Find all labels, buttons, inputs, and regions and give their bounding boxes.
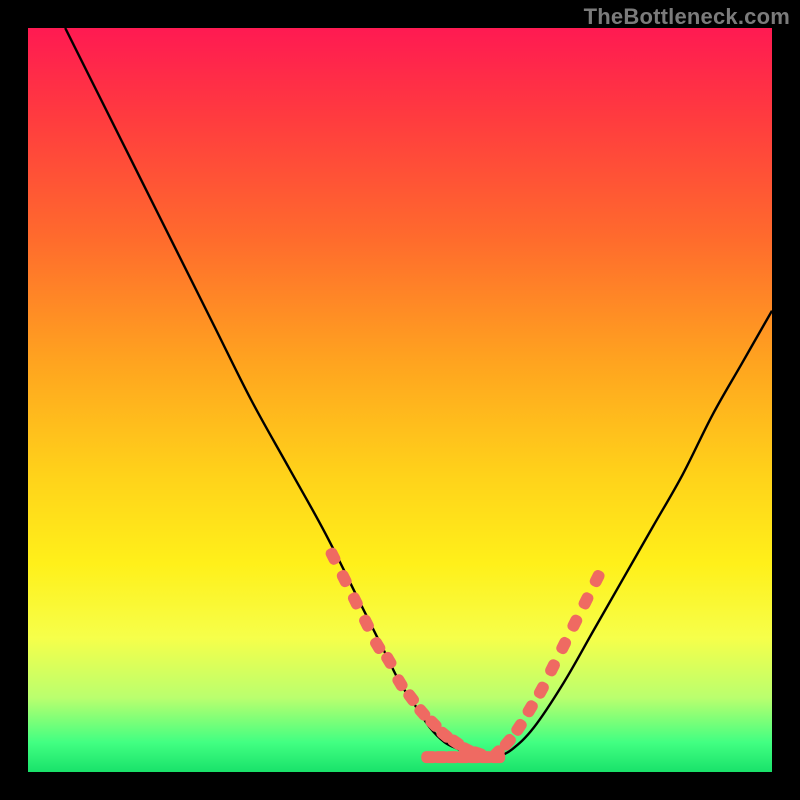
highlight-dot (532, 680, 551, 701)
highlight-dot (577, 591, 595, 612)
highlight-dot (379, 650, 398, 671)
highlight-dot (521, 698, 540, 719)
highlight-dot (543, 658, 561, 679)
highlight-dot (555, 635, 573, 656)
highlight-dot (566, 613, 584, 634)
highlight-dot (509, 717, 528, 738)
highlight-dot (390, 672, 409, 693)
chart-svg-layer (28, 28, 772, 772)
series-left-curve (65, 28, 474, 757)
chart-container: TheBottleneck.com (0, 0, 800, 800)
left-curve-path (65, 28, 474, 757)
series-left-highlight-dots (324, 546, 488, 762)
highlight-dot (588, 568, 606, 589)
watermark-text: TheBottleneck.com (584, 4, 790, 30)
series-right-highlight-dots (486, 568, 606, 763)
